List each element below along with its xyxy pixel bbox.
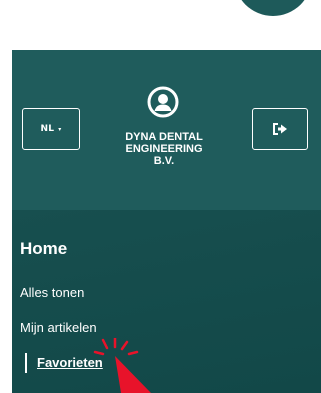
chevron-down-icon: ▾ <box>58 125 62 133</box>
company-name: DYNA DENTAL ENGINEERING B.V. <box>125 131 203 167</box>
language-selector[interactable]: NL ▾ <box>22 108 80 150</box>
language-label: NL <box>40 124 55 134</box>
decorative-circle <box>234 0 312 16</box>
menu-item-alles-tonen[interactable]: Alles tonen <box>20 285 84 300</box>
menu-item-favorieten[interactable]: Favorieten <box>25 353 103 373</box>
page: NL ▾ DYNA DENTAL ENGINEERING B.V. Home A… <box>0 0 321 393</box>
menu-section: Home Alles tonen Mijn artikelen Favoriet… <box>12 210 321 393</box>
user-circle-icon[interactable] <box>147 86 179 118</box>
side-menu-panel: NL ▾ DYNA DENTAL ENGINEERING B.V. Home A… <box>12 50 321 393</box>
menu-title: Home <box>20 239 68 258</box>
menu-item-mijn-artikelen[interactable]: Mijn artikelen <box>20 320 97 335</box>
logout-icon <box>273 123 287 135</box>
menu-header: NL ▾ DYNA DENTAL ENGINEERING B.V. <box>12 50 321 210</box>
logout-button[interactable] <box>252 108 308 150</box>
